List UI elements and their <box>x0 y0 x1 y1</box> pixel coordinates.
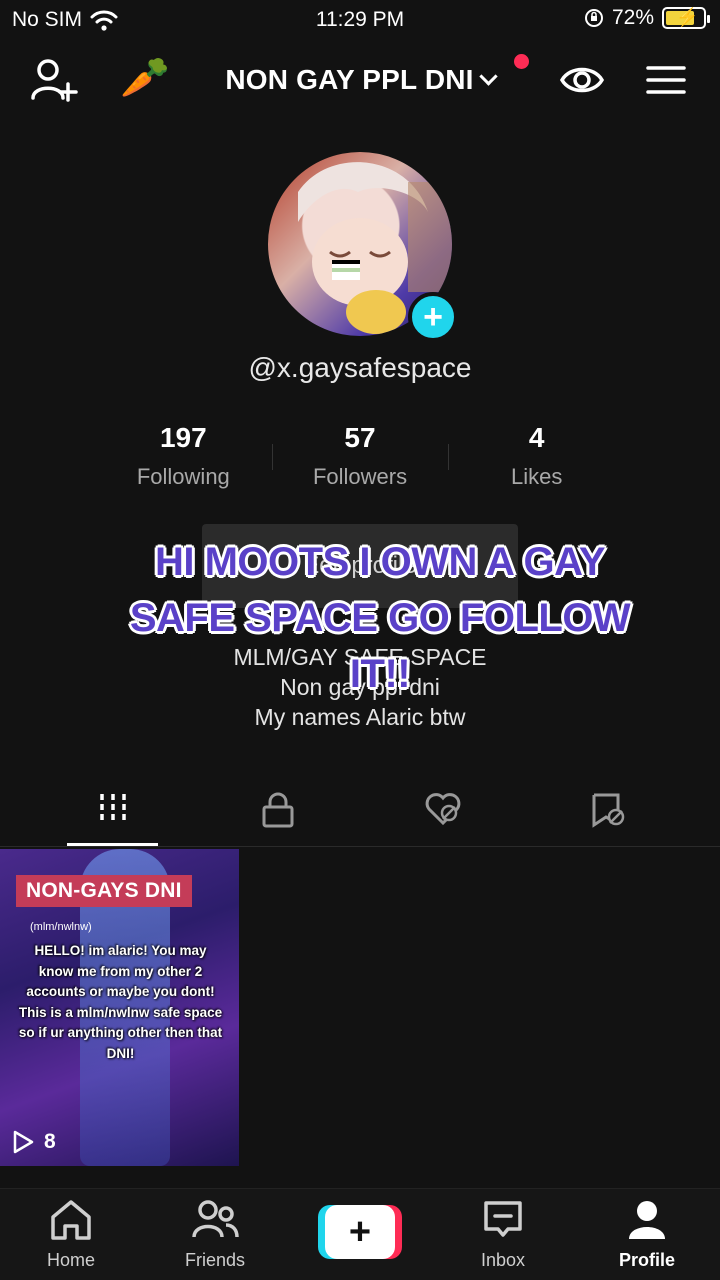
friends-icon <box>192 1200 239 1238</box>
grid-icon <box>99 794 126 822</box>
video-subtitle: (mlm/nwlnw) <box>30 921 92 933</box>
profile-tabs <box>30 784 690 846</box>
tab-favorites[interactable] <box>525 784 690 844</box>
video-thumbnail[interactable]: NON-GAYS DNI (mlm/nwlnw) HELLO! im alari… <box>0 849 239 1166</box>
nav-home-label: Home <box>46 1250 95 1270</box>
profile-handle: @x.gaysafespace <box>248 352 472 383</box>
home-icon <box>51 1200 91 1240</box>
add-avatar-button[interactable]: + <box>408 292 458 342</box>
stat-value: 197 <box>159 422 207 453</box>
play-icon <box>13 1130 34 1154</box>
menu-icon[interactable] <box>646 64 686 96</box>
stat-label: Likes <box>511 464 563 489</box>
top-nav: 🥕 NON GAY PPL DNI <box>0 48 720 112</box>
stat-likes[interactable]: 4 Likes <box>448 422 625 502</box>
battery-icon: ⚡ <box>662 7 710 29</box>
video-title: NON-GAYS DNI <box>16 875 192 907</box>
liked-hidden-icon <box>425 793 460 826</box>
stat-label: Followers <box>312 464 408 489</box>
profile-icon <box>629 1201 665 1239</box>
tab-divider <box>0 846 720 847</box>
plus-icon: + <box>325 1205 395 1259</box>
status-bar: No SIM 11:29 PM 72% ⚡ <box>0 0 720 40</box>
status-right: 72% ⚡ <box>584 6 710 30</box>
bio-line: My names Alaric btw <box>254 704 466 730</box>
chevron-down-icon <box>478 67 498 86</box>
stat-value: 4 <box>528 422 545 453</box>
account-switcher[interactable]: NON GAY PPL DNI <box>0 64 720 96</box>
view-count: 8 <box>44 1130 56 1153</box>
inbox-icon <box>484 1201 522 1237</box>
bottom-nav: Home Friends + Inbox Profile <box>0 1188 720 1280</box>
stat-following[interactable]: 197 Following <box>95 422 272 502</box>
nav-inbox-label: Inbox <box>480 1250 526 1270</box>
favorites-hidden-icon <box>592 793 624 828</box>
nav-profile-label: Profile <box>618 1250 675 1270</box>
nav-friends-label: Friends <box>184 1250 246 1270</box>
overlay-caption: HI MOOTS I OWN A GAY SAFE SPACE GO FOLLO… <box>129 540 631 696</box>
lock-icon <box>262 792 293 828</box>
nav-inbox[interactable]: Inbox <box>448 1199 558 1271</box>
account-title: NON GAY PPL DNI <box>225 64 474 95</box>
nav-home[interactable]: Home <box>16 1199 126 1271</box>
stat-followers[interactable]: 57 Followers <box>271 422 449 502</box>
tab-liked[interactable] <box>360 784 525 844</box>
nav-profile[interactable]: Profile <box>592 1199 702 1271</box>
orientation-lock-icon <box>584 9 603 27</box>
eye-icon[interactable] <box>560 62 604 98</box>
stat-value: 57 <box>344 422 376 453</box>
battery-percent: 72% <box>611 6 654 29</box>
nav-friends[interactable]: Friends <box>160 1199 270 1271</box>
notification-dot <box>514 54 529 69</box>
video-views: 8 <box>12 1130 56 1154</box>
stat-label: Following <box>136 464 230 489</box>
tab-videos[interactable] <box>30 784 195 846</box>
create-button[interactable]: + <box>318 1205 402 1259</box>
video-text: HELLO! im alaric! You may know me from m… <box>18 943 223 1061</box>
tab-private[interactable] <box>195 784 360 844</box>
profile-stats: 197 Following 57 Followers 4 Likes <box>95 422 625 502</box>
